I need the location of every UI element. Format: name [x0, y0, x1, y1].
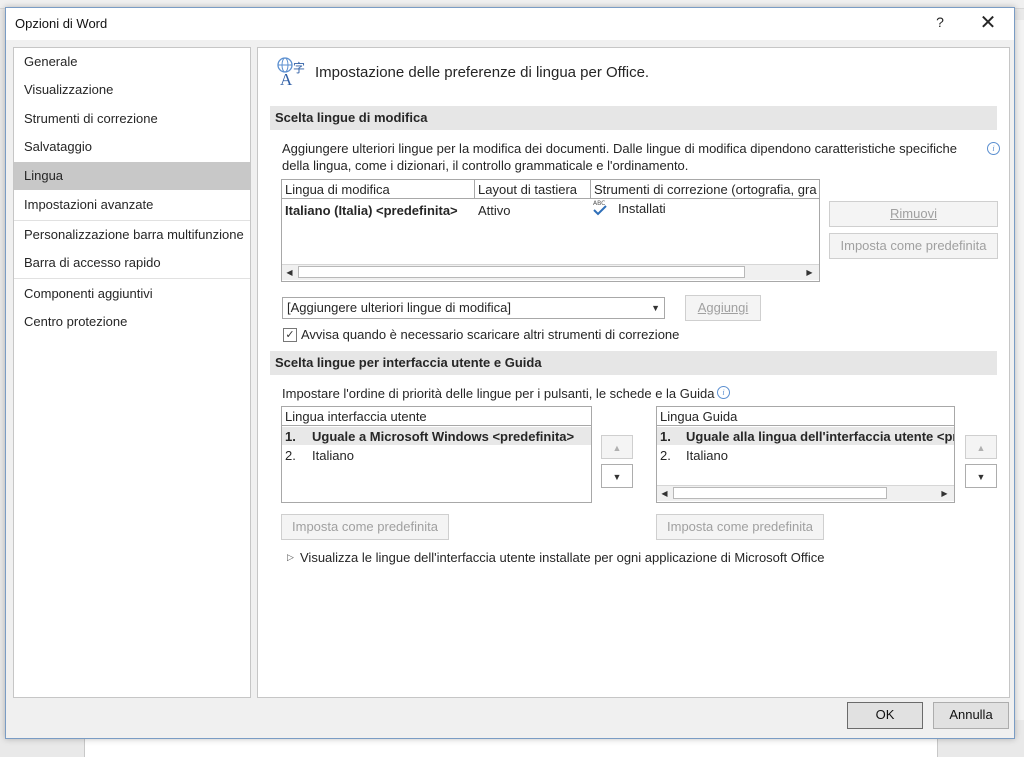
column-header-layout[interactable]: Layout di tastiera: [475, 180, 591, 199]
display-list-header: Lingua interfaccia utente: [282, 407, 591, 426]
editing-description-line2: della lingua, come i dizionari, il contr…: [282, 158, 689, 173]
list-item[interactable]: Italiano: [686, 448, 728, 463]
horizontal-scrollbar[interactable]: ◀ ▶: [282, 264, 819, 280]
sidebar-item-strumenti-correzione[interactable]: Strumenti di correzione: [14, 105, 250, 133]
set-default-display-button[interactable]: Imposta come predefinita: [281, 514, 449, 540]
move-up-button[interactable]: ▲: [601, 435, 633, 459]
display-language-list[interactable]: Lingua interfaccia utente 1. Uguale a Mi…: [281, 406, 592, 503]
expand-triangle-icon[interactable]: ▷: [287, 552, 294, 563]
column-header-lingua[interactable]: Lingua di modifica: [282, 180, 475, 199]
editing-languages-table[interactable]: Lingua di modifica Layout di tastiera St…: [281, 179, 820, 282]
add-language-combo[interactable]: [Aggiungere ulteriori lingue di modifica…: [282, 297, 665, 319]
remove-button-label: Rimuovi: [890, 206, 937, 221]
cancel-button[interactable]: Annulla: [933, 702, 1009, 729]
title-bar: Opzioni di Word ? ✕: [6, 8, 1014, 40]
sidebar-divider: [14, 278, 250, 279]
background-document: [84, 736, 938, 757]
sidebar-item-salvataggio[interactable]: Salvataggio: [14, 133, 250, 161]
close-button[interactable]: ✕: [976, 11, 1000, 35]
scrollbar-thumb[interactable]: [298, 266, 745, 278]
language-panel: A 字 Impostazione delle preferenze di lin…: [257, 47, 1010, 698]
list-item-number: 2.: [285, 448, 296, 463]
chevron-down-icon[interactable]: ▼: [651, 298, 660, 318]
list-item[interactable]: Uguale a Microsoft Windows <predefinita>: [312, 429, 574, 444]
remove-button[interactable]: Rimuovi: [829, 201, 998, 227]
move-up-button[interactable]: ▲: [965, 435, 997, 459]
sidebar-item-accesso-rapido[interactable]: Barra di accesso rapido: [14, 249, 250, 277]
scrollbar-thumb[interactable]: [673, 487, 887, 499]
ui-description: Impostare l'ordine di priorità delle lin…: [282, 386, 715, 401]
add-language-combo-value: [Aggiungere ulteriori lingue di modifica…: [287, 300, 512, 315]
editing-description-line1: Aggiungere ulteriori lingue per la modif…: [282, 141, 957, 156]
add-button[interactable]: Aggiungi: [685, 295, 761, 321]
sidebar-item-componenti-aggiuntivi[interactable]: Componenti aggiuntivi: [14, 280, 250, 308]
move-down-button[interactable]: ▼: [965, 464, 997, 488]
svg-text:ABC: ABC: [593, 200, 605, 207]
options-sidebar: Generale Visualizzazione Strumenti di co…: [13, 47, 251, 698]
spellcheck-icon: ABC: [593, 200, 607, 216]
list-item[interactable]: Uguale alla lingua dell'interfaccia uten…: [686, 429, 954, 444]
cell-language: Italiano (Italia) <predefinita>: [285, 203, 458, 218]
info-icon[interactable]: i: [987, 142, 1000, 155]
svg-text:A: A: [280, 70, 293, 86]
sidebar-item-visualizzazione[interactable]: Visualizzazione: [14, 76, 250, 104]
window-title: Opzioni di Word: [15, 16, 108, 31]
svg-text:字: 字: [293, 60, 305, 75]
word-options-dialog: Opzioni di Word ? ✕ Generale Visualizzaz…: [5, 7, 1015, 739]
set-default-help-button[interactable]: Imposta come predefinita: [656, 514, 824, 540]
sidebar-item-lingua[interactable]: Lingua: [14, 162, 250, 190]
language-icon: A 字: [277, 57, 305, 86]
scroll-left-icon[interactable]: ◀: [282, 265, 297, 280]
sidebar-item-centro-protezione[interactable]: Centro protezione: [14, 308, 250, 336]
page-title: Impostazione delle preferenze di lingua …: [315, 64, 650, 81]
cell-proofing: Installati: [618, 201, 666, 216]
scroll-right-icon[interactable]: ▶: [937, 486, 952, 501]
move-down-button[interactable]: ▼: [601, 464, 633, 488]
ui-languages-section-header: Scelta lingue per interfaccia utente e G…: [270, 351, 997, 375]
sidebar-item-impostazioni-avanzate[interactable]: Impostazioni avanzate: [14, 191, 250, 219]
notify-checkbox[interactable]: ✓: [283, 328, 297, 342]
ok-button[interactable]: OK: [847, 702, 923, 729]
editing-languages-section-header: Scelta lingue di modifica: [270, 106, 997, 130]
help-list-header: Lingua Guida: [657, 407, 954, 426]
cell-keyboard: Attivo: [478, 203, 511, 218]
sidebar-item-generale[interactable]: Generale: [14, 48, 250, 76]
scroll-left-icon[interactable]: ◀: [657, 486, 672, 501]
horizontal-scrollbar[interactable]: ◀ ▶: [657, 485, 954, 501]
scroll-right-icon[interactable]: ▶: [802, 265, 817, 280]
notify-checkbox-label[interactable]: Avvisa quando è necessario scaricare alt…: [301, 327, 679, 342]
view-installed-languages-link[interactable]: Visualizza le lingue dell'interfaccia ut…: [300, 550, 824, 565]
list-item[interactable]: Italiano: [312, 448, 354, 463]
column-header-strumenti[interactable]: Strumenti di correzione (ortografia, gra: [591, 180, 819, 199]
help-button[interactable]: ?: [931, 14, 949, 34]
list-item-number: 1.: [660, 429, 671, 444]
set-default-editing-button[interactable]: Imposta come predefinita: [829, 233, 998, 259]
info-icon[interactable]: i: [717, 386, 730, 399]
sidebar-item-barra-multifunzione[interactable]: Personalizzazione barra multifunzione: [14, 221, 250, 249]
list-item-number: 2.: [660, 448, 671, 463]
add-button-label: Aggiungi: [697, 300, 749, 315]
help-language-list[interactable]: Lingua Guida 1. Uguale alla lingua dell'…: [656, 406, 955, 503]
list-item-number: 1.: [285, 429, 296, 444]
